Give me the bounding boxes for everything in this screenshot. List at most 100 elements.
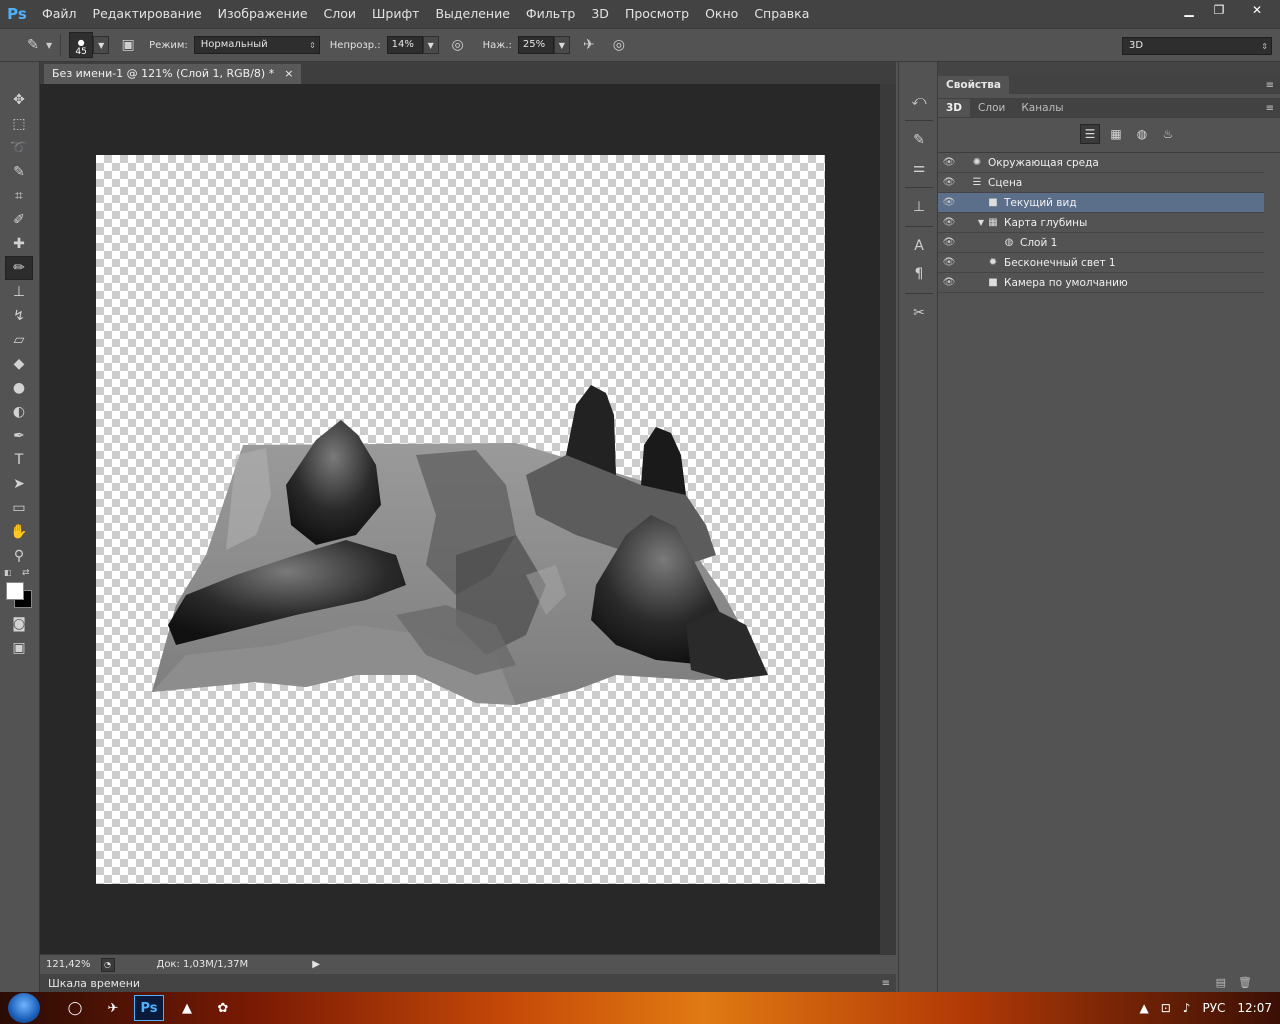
flow-dropdown[interactable]: ▼ <box>553 36 570 54</box>
new-item-icon[interactable]: ▤ <box>1216 976 1226 989</box>
close-window-button[interactable]: ✕ <box>1234 0 1280 20</box>
menu-layers[interactable]: Слои <box>316 0 365 28</box>
hand-tool-icon[interactable]: ✋ <box>5 520 33 544</box>
screen-mode-icon[interactable]: ▣ <box>5 636 33 660</box>
filter-materials-icon[interactable]: ◍ <box>1132 124 1152 144</box>
opera-icon[interactable]: ◯ <box>60 995 90 1021</box>
filter-whole-scene-icon[interactable]: ☰ <box>1080 124 1100 144</box>
language-indicator[interactable]: РУС <box>1202 1001 1225 1015</box>
brush-tool-icon[interactable]: ✏ <box>5 256 33 280</box>
vertical-scrollbar[interactable] <box>880 84 896 954</box>
menu-type[interactable]: Шрифт <box>364 0 427 28</box>
avast-icon[interactable]: ▲ <box>172 995 202 1021</box>
marquee-tool-icon[interactable]: ⬚ <box>5 112 33 136</box>
scene-row[interactable]: 👁 ■ Камера по умолчанию <box>938 273 1264 293</box>
paint-bucket-tool-icon[interactable]: ◆ <box>5 352 33 376</box>
restore-button[interactable]: ❐ <box>1204 0 1234 20</box>
visibility-eye-icon[interactable]: 👁 <box>938 237 960 248</box>
eyedropper-tool-icon[interactable]: ✐ <box>5 208 33 232</box>
photoshop-taskbar-icon[interactable]: Ps <box>134 995 164 1021</box>
network-icon[interactable]: ⊡ <box>1161 1001 1171 1015</box>
scene-row[interactable]: 👁 ✹ Бесконечный свет 1 <box>938 253 1264 273</box>
workspace-select[interactable]: 3D ⇕ <box>1122 37 1272 55</box>
menu-3d[interactable]: 3D <box>583 0 617 28</box>
swap-colors-icon[interactable]: ⇄ <box>22 568 30 578</box>
brush-size-picker[interactable]: ● 45 <box>69 32 94 58</box>
menu-image[interactable]: Изображение <box>210 0 316 28</box>
scene-row[interactable]: 👁 ◍ Слой 1 <box>938 233 1264 253</box>
tab-properties[interactable]: Свойства <box>938 76 1009 94</box>
visibility-eye-icon[interactable]: 👁 <box>938 277 960 288</box>
blend-mode-select[interactable]: Нормальный ⇕ <box>193 36 320 54</box>
minimize-button[interactable]: ▁ <box>1174 0 1204 20</box>
type-tool-icon[interactable]: T <box>5 448 33 472</box>
panel-menu-icon[interactable]: ≡ <box>1266 103 1274 114</box>
timeline-panel-bar[interactable]: Шкала времени ≡ <box>40 974 896 992</box>
move-tool-icon[interactable]: ✥ <box>5 88 33 112</box>
tab-3d[interactable]: 3D <box>938 99 971 117</box>
default-colors-icon[interactable]: ◧ <box>4 568 12 577</box>
visibility-eye-icon[interactable]: 👁 <box>938 197 960 208</box>
volume-icon[interactable]: ♪ <box>1183 1001 1191 1015</box>
airbrush-icon[interactable]: ✈ <box>578 34 600 56</box>
flow-input[interactable]: 25% <box>517 36 554 54</box>
zoom-level[interactable]: 121,42% <box>46 959 91 970</box>
document-canvas[interactable] <box>96 155 825 884</box>
brush-panel-icon[interactable]: ✎ <box>905 127 933 153</box>
tray-expand-icon[interactable]: ▲ <box>1140 1001 1149 1015</box>
clock[interactable]: 12:07 <box>1237 1001 1272 1015</box>
status-info-icon[interactable]: ◔ <box>100 957 115 972</box>
tab-channels[interactable]: Каналы <box>1013 99 1071 117</box>
panel-menu-icon[interactable]: ≡ <box>1266 80 1274 91</box>
brush-panel-toggle-icon[interactable]: ▣ <box>117 34 139 56</box>
pressure-opacity-icon[interactable]: ◎ <box>447 34 469 56</box>
quick-select-tool-icon[interactable]: ✎ <box>5 160 33 184</box>
start-button[interactable] <box>8 993 40 1023</box>
panel-menu-icon[interactable]: ≡ <box>882 978 890 989</box>
color-swatches[interactable]: ⇄ ◧ <box>4 568 39 608</box>
panel-collapse-bar[interactable] <box>938 62 1280 76</box>
history-brush-tool-icon[interactable]: ↯ <box>5 304 33 328</box>
clone-stamp-tool-icon[interactable]: ⊥ <box>5 280 33 304</box>
menu-help[interactable]: Справка <box>746 0 817 28</box>
status-menu-arrow-icon[interactable]: ▶ <box>312 959 320 970</box>
brush-presets-icon[interactable]: ⚌ <box>905 155 933 181</box>
blur-tool-icon[interactable]: ● <box>5 376 33 400</box>
menu-filter[interactable]: Фильтр <box>518 0 583 28</box>
pen-tool-icon[interactable]: ✒ <box>5 424 33 448</box>
visibility-eye-icon[interactable]: 👁 <box>938 257 960 268</box>
eraser-tool-icon[interactable]: ▱ <box>5 328 33 352</box>
brush-size-dropdown[interactable]: ▼ <box>93 36 110 54</box>
brush-tool-preset-icon[interactable]: ✎ <box>22 34 44 56</box>
paragraph-panel-icon[interactable]: ¶ <box>905 261 933 287</box>
scene-row[interactable]: 👁 ✺ Окружающая среда <box>938 153 1264 173</box>
opacity-dropdown[interactable]: ▼ <box>422 36 439 54</box>
visibility-eye-icon[interactable]: 👁 <box>938 177 960 188</box>
healing-brush-tool-icon[interactable]: ✚ <box>5 232 33 256</box>
filter-meshes-icon[interactable]: ▦ <box>1106 124 1126 144</box>
menu-edit[interactable]: Редактирование <box>85 0 210 28</box>
tab-layers[interactable]: Слои <box>970 99 1013 117</box>
menu-file[interactable]: Файл <box>34 0 85 28</box>
scene-row[interactable]: 👁 ▼ ▦ Карта глубины <box>938 213 1264 233</box>
quick-mask-icon[interactable]: ◙ <box>5 612 33 636</box>
lasso-tool-icon[interactable]: ➰ <box>5 136 33 160</box>
path-select-tool-icon[interactable]: ➤ <box>5 472 33 496</box>
app-icon[interactable]: ✿ <box>208 995 238 1021</box>
menu-view[interactable]: Просмотр <box>617 0 697 28</box>
crop-tool-icon[interactable]: ⌗ <box>5 184 33 208</box>
zoom-tool-icon[interactable]: ⚲ <box>5 544 33 568</box>
preset-dropdown-icon[interactable]: ▼ <box>46 41 52 50</box>
character-panel-icon[interactable]: A <box>905 233 933 259</box>
expand-triangle-icon[interactable]: ▼ <box>976 218 986 227</box>
filter-lights-icon[interactable]: ♨ <box>1158 124 1178 144</box>
menu-select[interactable]: Выделение <box>427 0 517 28</box>
scene-row[interactable]: 👁 ☰ Сцена <box>938 173 1264 193</box>
tool-presets-icon[interactable]: ✂ <box>905 300 933 326</box>
close-tab-icon[interactable]: × <box>284 64 293 84</box>
visibility-eye-icon[interactable]: 👁 <box>938 217 960 228</box>
clone-source-icon[interactable]: ⊥ <box>905 194 933 220</box>
opacity-input[interactable]: 14% <box>386 36 423 54</box>
delete-icon[interactable]: 🗑 <box>1238 976 1252 989</box>
dodge-tool-icon[interactable]: ◐ <box>5 400 33 424</box>
